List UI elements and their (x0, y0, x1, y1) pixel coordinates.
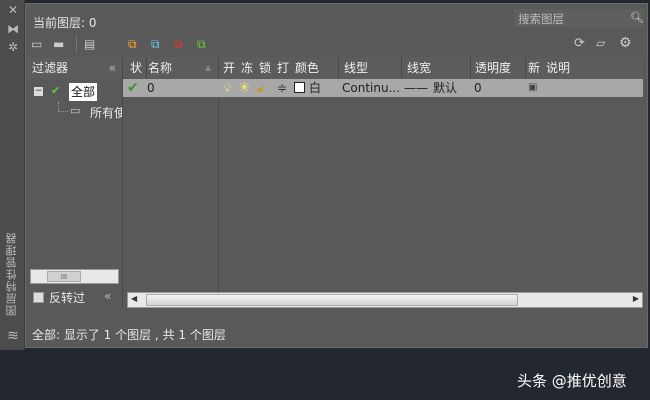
delete-layer-icon[interactable]: ⧉ (174, 37, 183, 52)
lightbulb-on-icon[interactable]: 💡︎ (223, 79, 231, 97)
column-divider (470, 57, 471, 79)
column-divider (401, 57, 402, 79)
all-filter-icon: ✔ (51, 84, 61, 97)
unlocked-icon[interactable]: 🔓︎ (257, 79, 265, 97)
collapse-filters-button[interactable]: « (109, 57, 116, 79)
layer-states-manager-icon[interactable]: ▤ (84, 37, 95, 51)
watermark: 头条 @推优创意 (517, 372, 627, 390)
col-status[interactable]: 状 (130, 57, 142, 79)
col-name[interactable]: 名称 (148, 57, 172, 79)
col-lock[interactable]: 锁 (259, 57, 271, 79)
invert-filter-checkbox[interactable] (33, 292, 44, 303)
filter-folder-icon: ▭ (70, 104, 81, 117)
filter-horizontal-scrollbar[interactable]: III (30, 269, 119, 284)
sort-ascending-icon: ▲ (205, 63, 212, 72)
filter-all-used[interactable]: 所有使 (90, 104, 122, 121)
col-description[interactable]: 说明 (546, 57, 570, 79)
collapse-filter-pane-button[interactable]: « (104, 289, 111, 303)
column-divider (338, 57, 339, 79)
col-on[interactable]: 开 (223, 57, 235, 79)
scroll-thumb[interactable]: III (47, 271, 81, 282)
layer-list-header: 状 名称 ▲ 开 冻 锁 打 颜色 线型 线宽 透明度 新 说明 (123, 57, 643, 79)
col-color[interactable]: 颜色 (295, 57, 319, 79)
layers-icon: ≋ (7, 328, 19, 344)
color-name[interactable]: 白 (309, 79, 321, 97)
layer-row[interactable]: ✔ 0 💡︎ ☀ 🔓︎ ≑ 白 Continu... —— 默认 0 ▣ (123, 79, 643, 97)
col-transparency[interactable]: 透明度 (475, 57, 511, 79)
new-layer-icon[interactable]: ⧉ (128, 37, 137, 52)
lineweight-value[interactable]: 默认 (433, 79, 457, 97)
current-layer-check-icon: ✔ (127, 80, 139, 96)
search-icon[interactable]: 🔍︎ (630, 11, 644, 24)
new-vp-freeze-icon[interactable]: ▣ (528, 79, 537, 97)
scroll-thumb[interactable] (146, 294, 518, 306)
current-layer-label: 当前图层: 0 (33, 16, 97, 30)
status-bar-text: 全部: 显示了 1 个图层 , 共 1 个图层 (32, 328, 226, 342)
gear-icon[interactable]: ⚙ (619, 35, 632, 51)
sun-thawed-icon[interactable]: ☀ (238, 79, 251, 97)
search-layers-input[interactable]: 搜索图层 (514, 9, 644, 27)
lineweight-line: —— (404, 81, 428, 95)
transparency-value[interactable]: 0 (474, 79, 482, 97)
plot-icon[interactable]: ≑ (277, 79, 287, 97)
col-lineweight[interactable]: 线宽 (407, 57, 431, 79)
autohide-icon[interactable]: ⧓ (6, 22, 20, 36)
linetype-value[interactable]: Continu... (342, 79, 400, 97)
layer-name[interactable]: 0 (147, 79, 155, 97)
collapse-tree-toggle[interactable]: − (34, 87, 43, 96)
new-layer-frozen-icon[interactable]: ⧉ (151, 37, 160, 52)
layer-settings-icon[interactable]: ⏥ (596, 36, 605, 50)
filter-all[interactable]: 全部 (69, 83, 98, 101)
tree-line (58, 102, 68, 112)
filters-title: 过滤器 (32, 61, 69, 75)
filters-header: 过滤器 « (26, 57, 122, 79)
refresh-icon[interactable]: ⟳ (574, 36, 585, 51)
toolbar-divider (76, 36, 77, 52)
scroll-left-arrow[interactable]: ◀ (131, 294, 137, 303)
properties-icon[interactable]: ✲ (6, 40, 20, 54)
col-freeze[interactable]: 冻 (241, 57, 253, 79)
new-group-filter-icon[interactable]: ▬ (53, 37, 64, 51)
palette-side-strip: ✕ ⧓ ✲ 图层特性管理器 ≋ (0, 0, 25, 350)
invert-filter-label: 反转过 (49, 291, 86, 305)
col-plot[interactable]: 打 (277, 57, 289, 79)
col-linetype[interactable]: 线型 (344, 57, 368, 79)
layer-list-horizontal-scrollbar[interactable]: ◀ ▶ (127, 292, 643, 308)
color-swatch[interactable] (294, 82, 305, 93)
scroll-right-arrow[interactable]: ▶ (633, 294, 639, 303)
column-divider (525, 57, 526, 79)
new-property-filter-icon[interactable]: ▭ (31, 37, 42, 51)
set-current-icon[interactable]: ⧉ (197, 37, 206, 52)
close-icon[interactable]: ✕ (6, 3, 20, 17)
col-new-vp-freeze[interactable]: 新 (528, 57, 540, 79)
palette-title: 图层特性管理器 (5, 232, 18, 316)
